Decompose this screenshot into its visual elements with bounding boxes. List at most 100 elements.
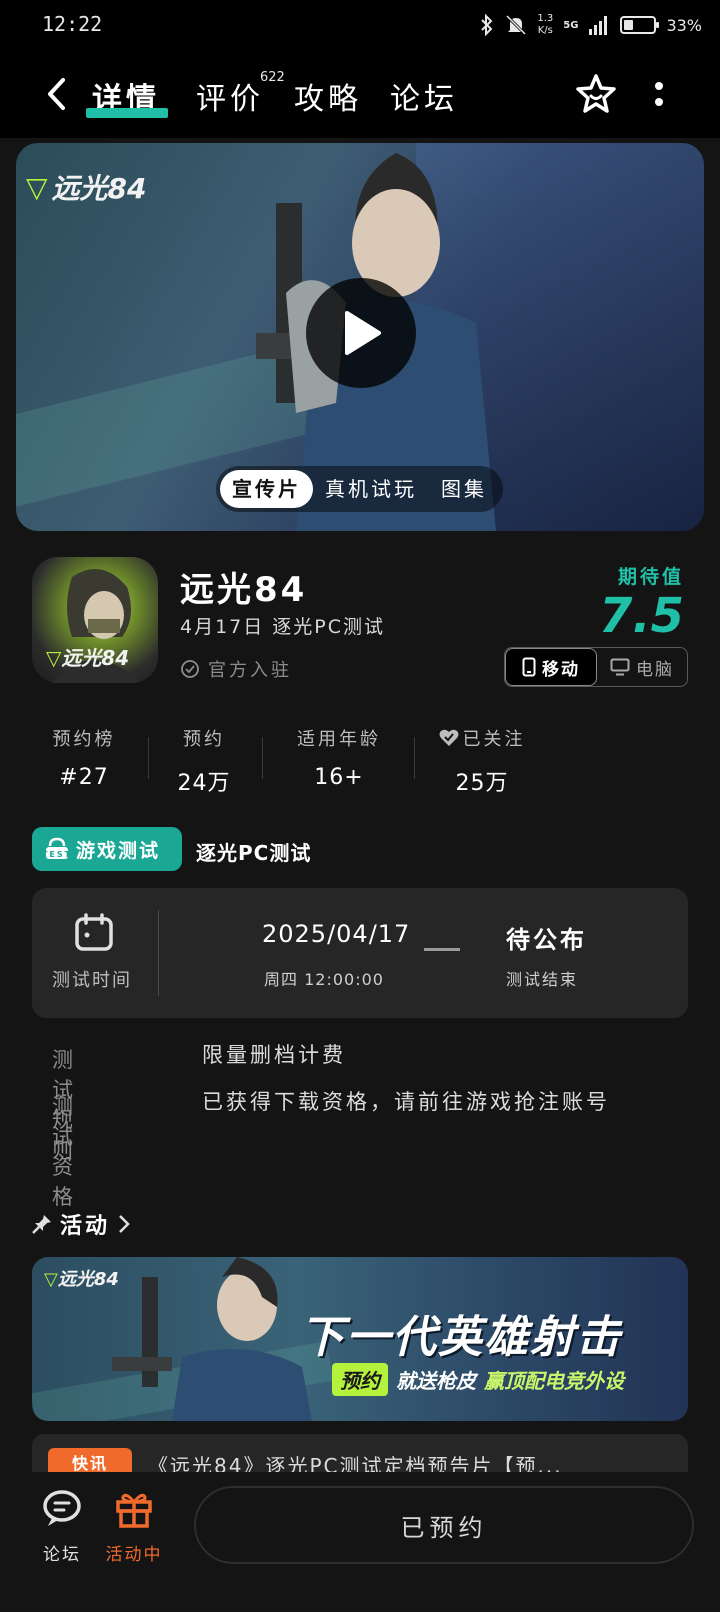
test-time-label: 测试时间 (52, 970, 132, 991)
arrow-right-icon (424, 948, 460, 951)
official-badge: 官方入驻 (180, 656, 292, 682)
stat-divider (414, 737, 415, 779)
banner-reserve-pill: 预约 (332, 1363, 388, 1396)
banner-text-skin: 就送枪皮 (396, 1369, 476, 1393)
media-tabs: 宣传片 真机试玩 图集 (216, 466, 503, 512)
battery-percent: 33% (666, 15, 702, 35)
calendar-icon (75, 913, 113, 951)
more-vertical-icon (655, 82, 663, 106)
chevron-left-icon (48, 78, 65, 110)
review-count-badge: 622 (260, 70, 285, 85)
favorite-button[interactable] (574, 72, 618, 116)
news-item[interactable]: 快讯 《远光84》逐光PC测试定档预告片【预... (32, 1434, 688, 1474)
game-subtitle: 4月17日 逐光PC测试 (180, 616, 386, 638)
banner-logo-text: 远光84 (57, 1269, 119, 1290)
news-tag: 快讯 (48, 1448, 132, 1474)
stat-ranking-label: 预约榜 (52, 729, 116, 750)
bottom-forum-button[interactable]: 论坛 (32, 1490, 92, 1565)
stats-row: 预约榜 #27 预约 24万 适用年龄 16+ 已关注 25万 (32, 725, 632, 797)
platform-pc-button[interactable]: 电脑 (597, 648, 687, 686)
speed-value: 1.3 (537, 13, 554, 24)
activity-section-header[interactable]: 活动 (32, 1208, 130, 1240)
star-icon (576, 74, 616, 113)
tab-guides[interactable]: 攻略 (294, 74, 362, 118)
tab-reviews[interactable]: 评价 (196, 74, 264, 118)
official-badge-label: 官方入驻 (208, 660, 292, 681)
pin-icon (32, 1215, 51, 1234)
activity-title-text: 活动 (60, 1214, 111, 1239)
gift-icon (116, 1493, 152, 1528)
stat-ranking-value: #27 (59, 765, 109, 790)
stat-reservations: 预约 24万 (172, 725, 236, 797)
play-video-button[interactable] (306, 278, 416, 388)
platform-toggle: 移动 电脑 (504, 647, 688, 687)
media-tab-gallery[interactable]: 图集 (429, 470, 499, 508)
tab-forum[interactable]: 论坛 (390, 74, 458, 118)
stat-reservations-value: 24万 (177, 771, 231, 796)
check-circle-icon (181, 660, 199, 678)
logo-mark-icon: ▽ (26, 170, 48, 204)
status-icons: 1.3 K/s 5G 33% (479, 10, 702, 40)
game-title: 远光84 (180, 570, 308, 610)
stat-age-rating: 适用年龄 16+ (290, 725, 388, 790)
expectation-label: 期待值 (617, 566, 684, 588)
phone-icon (522, 657, 536, 677)
signal-icon (589, 16, 608, 35)
card-divider (158, 910, 159, 996)
banner-character-image (112, 1257, 312, 1421)
battery-icon (620, 16, 660, 34)
test-start-time: 周四 12:00:00 (264, 970, 384, 989)
test-name: 逐光PC测试 (196, 841, 312, 865)
status-bar: 12:22 1.3 K/s 5G 33% (0, 0, 720, 52)
bottom-activity-label: 活动中 (105, 1545, 163, 1565)
more-menu-button[interactable] (650, 80, 668, 110)
chat-bubble-icon (43, 1490, 81, 1526)
test-rules-value: 限量删档计费 (202, 1043, 346, 1067)
stat-ranking[interactable]: 预约榜 #27 (52, 725, 116, 790)
stat-followers-label: 已关注 (432, 725, 532, 751)
chevron-right-icon (119, 1215, 130, 1233)
play-icon (345, 311, 381, 355)
bottom-forum-label: 论坛 (43, 1545, 81, 1565)
banner-game-logo: ▽远光84 (44, 1269, 119, 1290)
media-tab-gameplay[interactable]: 真机试玩 (313, 470, 429, 508)
bottom-activity-button[interactable]: 活动中 (104, 1490, 164, 1565)
back-button[interactable] (36, 72, 76, 116)
banner-headline: 下一代英雄射击 (300, 1312, 622, 1363)
activity-banner[interactable]: ▽远光84 下一代英雄射击 预约 就送枪皮 赢顶配电竞外设 (32, 1257, 688, 1421)
test-start-date: 2025/04/17 (262, 920, 411, 948)
test-icon: TEST (44, 837, 70, 859)
banner-text-gear: 赢顶配电竞外设 (484, 1369, 624, 1393)
test-end-status: 待公布 (506, 926, 587, 954)
expectation-score: 7.5 (598, 588, 684, 644)
platform-mobile-button[interactable]: 移动 (505, 648, 597, 686)
game-test-tag-label: 游戏测试 (76, 839, 161, 862)
app-icon-logo-text: 远光84 (61, 646, 130, 670)
stat-divider (148, 737, 149, 779)
game-test-tag: TEST 游戏测试 (32, 827, 182, 871)
heart-check-icon (439, 729, 458, 746)
speed-unit: K/s (537, 25, 553, 36)
active-tab-indicator (86, 108, 168, 118)
network-type: 5G (563, 19, 579, 31)
news-headline: 《远光84》逐光PC测试定档预告片【预... (148, 1454, 563, 1474)
stat-followers-text: 已关注 (462, 729, 526, 750)
hero-game-logo: ▽ 远光84 (26, 167, 147, 207)
app-icon-logo: ▽远光84 (46, 646, 130, 670)
reserved-button[interactable]: 已预约 (194, 1486, 694, 1564)
test-schedule-card: 测试时间 2025/04/17 周四 12:00:00 待公布 测试结束 (32, 888, 688, 1018)
stat-age-value: 16+ (314, 765, 364, 790)
media-tab-trailer[interactable]: 宣传片 (220, 470, 313, 508)
bluetooth-icon (481, 14, 493, 36)
hero-media[interactable]: ▽ 远光84 宣传片 真机试玩 图集 (16, 143, 704, 531)
stat-followers[interactable]: 已关注 25万 (432, 725, 532, 797)
status-time: 12:22 (42, 12, 103, 36)
platform-mobile-label: 移动 (542, 659, 580, 680)
test-qualification-value: 已获得下载资格，请前往游戏抢注账号 (202, 1090, 610, 1114)
platform-pc-label: 电脑 (636, 659, 674, 680)
banner-subline: 预约 就送枪皮 赢顶配电竞外设 (332, 1363, 624, 1396)
bottom-action-bar: 论坛 活动中 已预约 (0, 1472, 720, 1612)
mute-bell-icon (506, 14, 527, 36)
stat-reservations-label: 预约 (183, 729, 225, 750)
app-icon: ▽远光84 (32, 557, 158, 683)
